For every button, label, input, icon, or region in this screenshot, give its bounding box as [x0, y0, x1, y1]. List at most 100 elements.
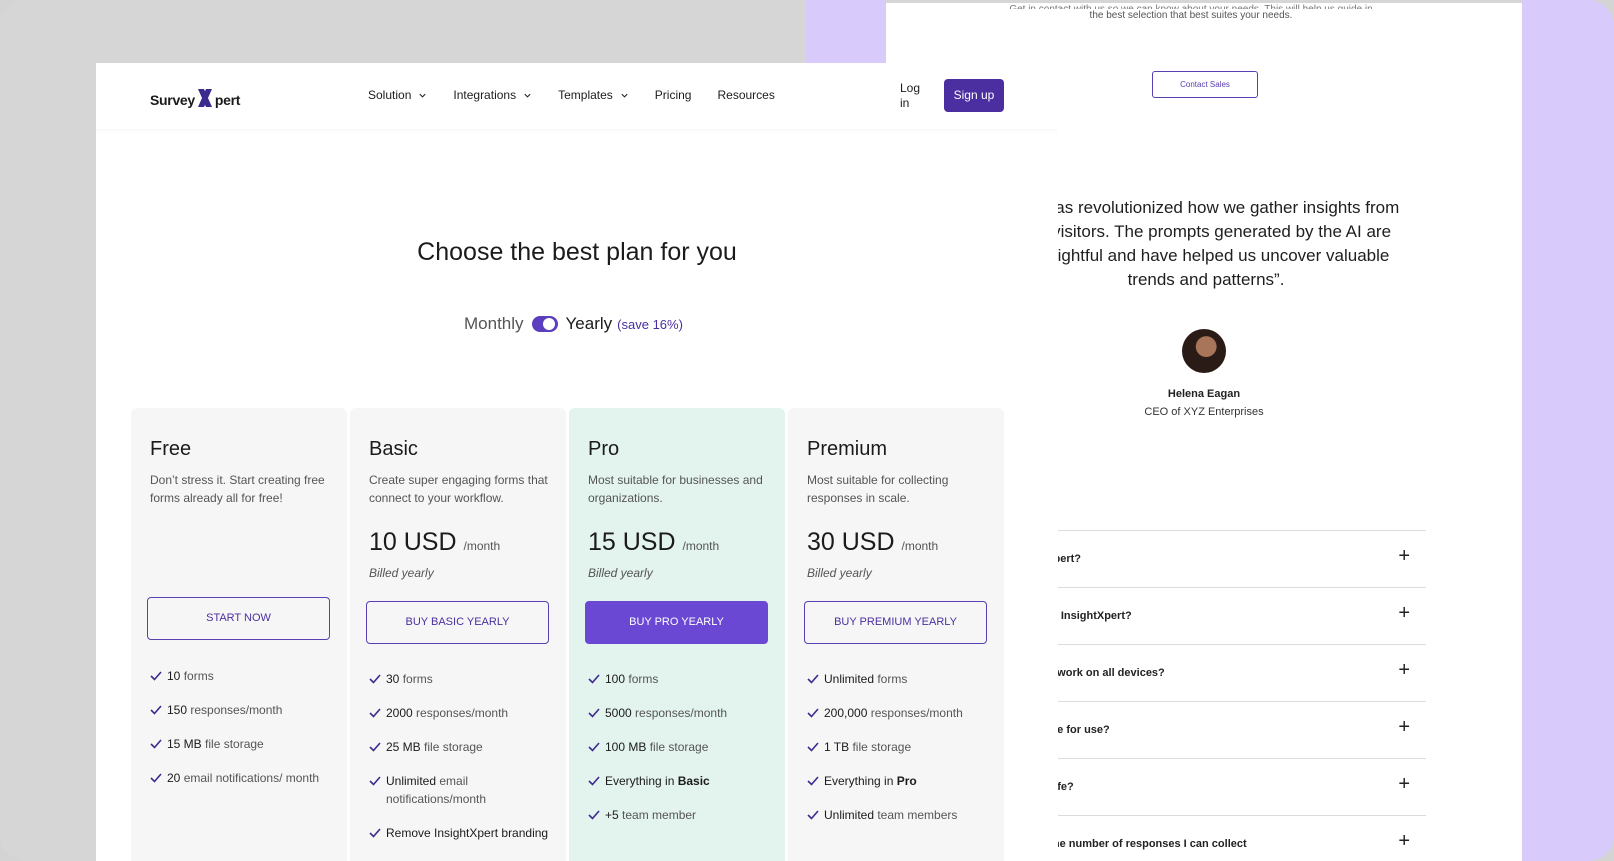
menu-item-pricing[interactable]: Pricing [655, 88, 692, 102]
menu-item-solution[interactable]: Solution [368, 88, 427, 102]
menu-item-integrations[interactable]: Integrations [453, 88, 532, 102]
buy-pro-button[interactable]: BUY PRO YEARLY [585, 601, 768, 644]
check-icon [150, 773, 162, 783]
chevron-down-icon [419, 93, 426, 98]
feature-item: 100 forms [587, 670, 777, 688]
faq-item[interactable]: o with InsightXpert? + [1026, 587, 1426, 644]
check-icon [588, 674, 600, 684]
faq-item[interactable]: ightXpert? + [1026, 530, 1426, 587]
feature-text: file storage [201, 737, 264, 751]
plus-icon[interactable]: + [1398, 716, 1410, 739]
feature-item: 20 email notifications/ month [149, 769, 339, 787]
check-icon [369, 708, 381, 718]
feature-value: Unlimited [824, 808, 875, 822]
feature-item: Everything in Pro [806, 772, 996, 790]
feature-list: Unlimited forms 200,000 responses/month … [806, 670, 996, 840]
feature-text: team member [618, 808, 697, 822]
feature-value: Unlimited [824, 672, 875, 686]
start-now-button[interactable]: START NOW [147, 597, 330, 640]
billing-note: Billed yearly [369, 566, 434, 580]
feature-value: 100 [605, 672, 626, 686]
plan-name: Premium [807, 438, 888, 460]
check-icon [150, 671, 162, 681]
menu-item-templates[interactable]: Templates [558, 88, 629, 102]
plan-name: Free [150, 438, 192, 460]
contact-sales-button[interactable]: Contact Sales [1152, 71, 1258, 98]
feature-value: Everything in [605, 774, 678, 788]
billing-switch[interactable] [531, 316, 558, 332]
feature-list: 100 forms 5000 responses/month 100 MB fi… [587, 670, 777, 840]
feature-text: file storage [646, 740, 709, 754]
feature-item: 150 responses/month [149, 701, 339, 719]
feature-value: 30 [386, 672, 400, 686]
check-icon [588, 708, 600, 718]
plan-price: 15 USD /month [588, 528, 719, 557]
login-link[interactable]: Log in [900, 81, 930, 111]
plus-icon[interactable]: + [1398, 659, 1410, 682]
faq-item[interactable]: it to the number of responses I can coll… [1026, 815, 1426, 861]
pricing-page: Survey pert Solution Integrations Templa [96, 63, 1058, 861]
menu-label: Pricing [654, 88, 692, 102]
yearly-label[interactable]: Yearly [566, 314, 613, 334]
feature-text: forms [180, 669, 214, 683]
plan-card-pro: Pro Most suitable for businesses and org… [569, 408, 785, 861]
feature-value: 1 TB [824, 740, 850, 754]
logo[interactable]: Survey pert [150, 83, 240, 108]
menu-label: Solution [368, 88, 412, 102]
chevron-down-icon [621, 93, 628, 98]
billing-toggle: Monthly Yearly (save 16%) [464, 314, 683, 334]
signup-button[interactable]: Sign up [944, 79, 1004, 112]
price-period: /month [463, 539, 501, 553]
faq-list: ightXpert? + o with InsightXpert? + Xper… [1026, 530, 1426, 861]
feature-item: 25 MB file storage [368, 738, 558, 756]
plan-name: Pro [588, 438, 620, 460]
plan-price: 10 USD /month [369, 528, 500, 557]
browser-frame: Get in contact with us so we can know ab… [0, 0, 1614, 861]
price-amount: 30 USD [807, 528, 895, 556]
lavender-band-right [1522, 0, 1614, 861]
feature-item: 10 forms [149, 667, 339, 685]
feature-text: team members [874, 808, 958, 822]
chevron-down-icon [524, 93, 531, 98]
feature-value: 10 [167, 669, 181, 683]
plus-icon[interactable]: + [1398, 773, 1410, 796]
monthly-label[interactable]: Monthly [464, 314, 524, 334]
main-menu: Solution Integrations Templates Pricing … [368, 88, 801, 102]
check-icon [588, 810, 600, 820]
faq-question: it to the number of responses I can coll… [1026, 838, 1247, 850]
buy-premium-button[interactable]: BUY PREMIUM YEARLY [804, 601, 987, 644]
logo-text-right: pert [214, 92, 241, 108]
plus-icon[interactable]: + [1398, 602, 1410, 625]
feature-value: Everything in [824, 774, 897, 788]
feature-value: 20 [167, 771, 181, 785]
switch-knob [542, 318, 555, 330]
check-icon [588, 776, 600, 786]
plan-card-free: Free Don’t stress it. Start creating fre… [131, 408, 347, 861]
feature-text: responses/month [187, 703, 283, 717]
feature-list: 10 forms 150 responses/month 15 MB file … [149, 667, 339, 803]
check-icon [369, 828, 381, 838]
logo-x-mark [197, 89, 212, 107]
faq-item[interactable]: Xpert work on all devices? + [1026, 644, 1426, 701]
feature-item: 30 forms [368, 670, 558, 688]
check-icon [807, 674, 819, 684]
top-nav: Survey pert Solution Integrations Templa [96, 63, 1058, 129]
plan-card-basic: Basic Create super engaging forms that c… [350, 408, 566, 861]
faq-item[interactable]: ata safe? + [1026, 758, 1426, 815]
faq-item[interactable]: ert free for use? + [1026, 701, 1426, 758]
plan-description: Don’t stress it. Start creating free for… [150, 473, 325, 505]
feature-value: 2000 [386, 706, 413, 720]
buy-basic-button[interactable]: BUY BASIC YEARLY [366, 601, 549, 644]
price-amount: 15 USD [588, 528, 676, 556]
plan-description: Most suitable for collecting responses i… [807, 473, 949, 505]
feature-value: 150 [167, 703, 188, 717]
feature-emphasis: Pro [896, 774, 917, 788]
plus-icon[interactable]: + [1398, 830, 1410, 853]
feature-item: Unlimited team members [806, 806, 996, 824]
logo-text-left: Survey [150, 92, 195, 108]
check-icon [807, 810, 819, 820]
check-icon [369, 776, 381, 786]
plus-icon[interactable]: + [1398, 545, 1410, 568]
menu-item-resources[interactable]: Resources [717, 88, 774, 102]
price-period: /month [901, 539, 939, 553]
